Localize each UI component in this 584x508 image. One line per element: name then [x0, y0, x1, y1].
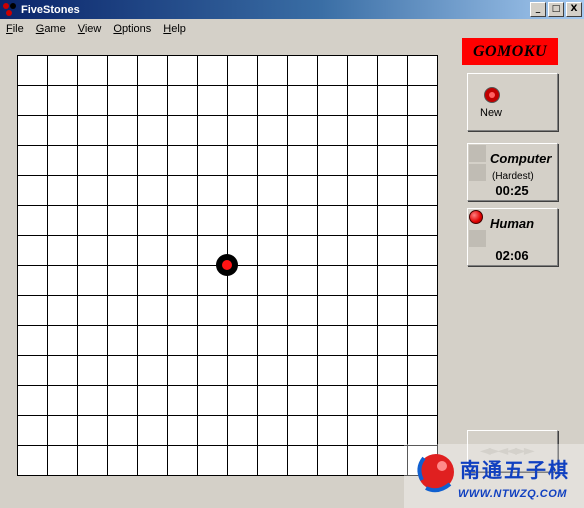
close-button[interactable]: X	[566, 2, 582, 17]
active-turn-icon	[469, 210, 483, 224]
menu-bar: File Game View Options Help	[0, 19, 584, 39]
computer-timer: 00:25	[495, 183, 529, 198]
gomoku-logo: GOMOKU	[462, 38, 558, 65]
fivestones-window: FiveStones _ □ X File Game View Options …	[0, 0, 584, 508]
menu-file[interactable]: File	[0, 23, 30, 35]
menu-help[interactable]: Help	[157, 23, 192, 35]
player-indicator-square	[469, 164, 486, 181]
app-icon	[3, 2, 17, 17]
human-player-panel[interactable]: Human 02:06	[467, 208, 558, 266]
human-timer: 02:06	[495, 248, 529, 263]
stone	[216, 254, 238, 276]
menu-view[interactable]: View	[72, 23, 108, 35]
menu-game[interactable]: Game	[30, 23, 72, 35]
new-game-button[interactable]: New	[467, 73, 558, 131]
watermark-url: WWW.NTWZQ.COM	[458, 488, 567, 500]
watermark: 南通五子棋 WWW.NTWZQ.COM	[404, 444, 584, 508]
minimize-button[interactable]: _	[530, 2, 546, 17]
menu-options[interactable]: Options	[107, 23, 157, 35]
watermark-chinese-text: 南通五子棋	[460, 458, 570, 482]
new-game-icon	[484, 87, 500, 103]
human-name: Human	[490, 216, 535, 231]
maximize-button[interactable]: □	[548, 2, 564, 17]
player-indicator-square	[469, 145, 486, 162]
new-game-label: New	[480, 107, 503, 119]
computer-level: (Hardest)	[492, 171, 534, 182]
title-bar[interactable]: FiveStones _ □ X	[0, 0, 584, 19]
computer-player-panel[interactable]: Computer (Hardest) 00:25	[467, 143, 558, 201]
game-board[interactable]	[17, 55, 438, 476]
window-title: FiveStones	[21, 3, 80, 16]
watermark-logo-icon	[417, 454, 454, 493]
computer-name: Computer	[490, 151, 552, 166]
player-indicator-square	[469, 230, 486, 247]
